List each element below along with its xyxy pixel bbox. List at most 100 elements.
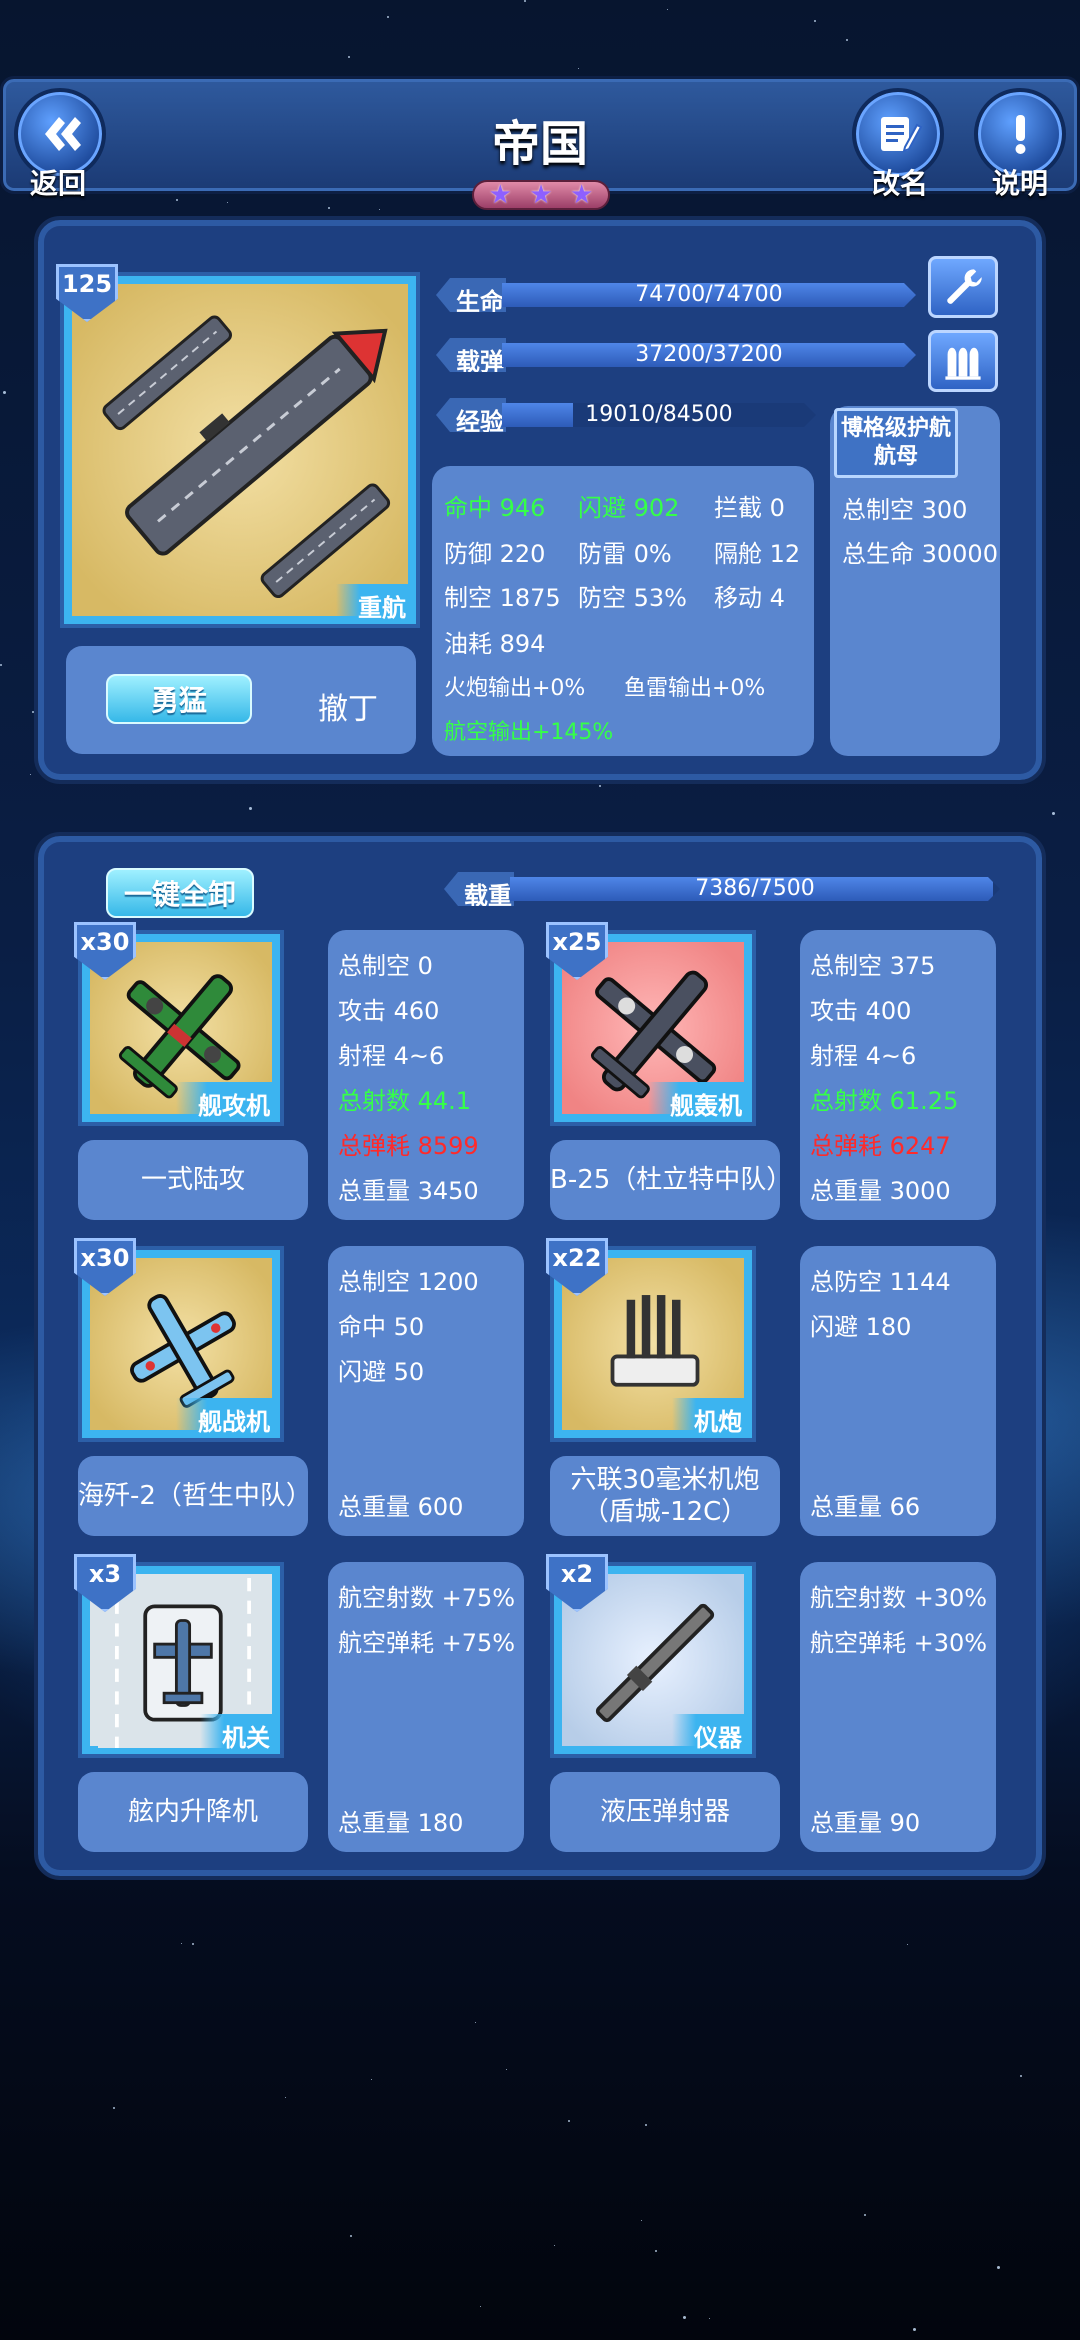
resupply-button[interactable] — [928, 330, 998, 392]
stat-air-output: 航空输出+145% — [444, 720, 614, 745]
equipment-stat: 航空弹耗 +75% — [338, 1629, 516, 1657]
ship-portrait[interactable]: 重航 — [60, 272, 420, 628]
equipment-total-ammo: 总弹耗 8599 — [338, 1132, 479, 1160]
equipment-total-weight: 总重量 3000 — [810, 1177, 951, 1205]
equipment-count-badge: x3 — [74, 1554, 136, 1612]
unload-all-button[interactable]: 一键全卸 — [106, 868, 254, 918]
equipment-name[interactable]: 液压弹射器 — [550, 1772, 780, 1852]
stat-accuracy: 命中 946 — [444, 494, 546, 522]
star-dot — [1020, 2075, 1023, 2078]
equipment-count-badge: x25 — [546, 922, 608, 980]
star-dot — [506, 2068, 508, 2070]
equipment-count: x22 — [552, 1244, 602, 1272]
equipment-type-tag: 舰轰机 — [648, 1082, 752, 1122]
star-dot — [640, 2220, 642, 2222]
star-dot — [3, 391, 7, 395]
star-dot — [577, 67, 579, 69]
hp-bar-value: 74700/74700 — [635, 282, 783, 307]
equipment-count-badge: x2 — [546, 1554, 608, 1612]
equipment-total-weight: 总重量 600 — [338, 1493, 464, 1521]
exp-bar: 经验 19010/84500 — [436, 398, 816, 432]
equipment-total-weight: 总重量 66 — [810, 1493, 921, 1521]
star-dot — [0, 664, 3, 667]
retreat-label[interactable]: 撤丁 — [318, 684, 378, 728]
help-label[interactable]: 说明 — [992, 162, 1048, 202]
wrench-icon — [947, 269, 982, 304]
star-dot — [387, 16, 390, 19]
star-dot — [379, 209, 381, 211]
equipment-type-tag: 机关 — [200, 1714, 280, 1754]
stat-movement: 移动 4 — [714, 584, 785, 612]
star-dot — [226, 201, 228, 203]
star-dot — [479, 2306, 481, 2308]
stat-anti-air: 防空 53% — [578, 584, 687, 612]
exclamation-icon — [1015, 115, 1026, 154]
star-dot — [348, 56, 351, 59]
star-dot — [666, 8, 668, 10]
equipment-name[interactable]: B-25（杜立特中队） — [550, 1140, 792, 1220]
star-dot — [191, 1942, 194, 1945]
equipment-count: x3 — [88, 1560, 122, 1588]
hp-bar: 生命 74700/74700 — [436, 278, 916, 312]
star-dot — [249, 807, 253, 811]
star-dot — [474, 2021, 476, 2023]
equipment-count: x30 — [80, 928, 130, 956]
star-dot — [524, 0, 527, 3]
repair-button[interactable] — [928, 256, 998, 318]
star-dot — [997, 2265, 1001, 2269]
equipment-stat: 航空射数 +30% — [810, 1584, 988, 1612]
equipment-stat: 射程 4~6 — [338, 1042, 445, 1070]
star-dot — [29, 773, 31, 775]
star-dot — [813, 19, 816, 22]
equipment-stat: 闪避 180 — [810, 1313, 912, 1341]
equipment-stat: 攻击 400 — [810, 997, 912, 1025]
star-dot — [644, 2123, 647, 2126]
stat-bulkhead: 隔舱 12 — [714, 540, 801, 568]
star-dot — [112, 2106, 115, 2109]
equipment-stat: 总制空 0 — [338, 952, 433, 980]
equipment-total-shots: 总射数 44.1 — [338, 1087, 472, 1115]
star-dot — [1051, 811, 1055, 815]
star-dot — [181, 1943, 183, 1945]
equipment-name[interactable]: 海歼-2（哲生中队） — [78, 1456, 312, 1536]
star-icon: ★ — [569, 180, 594, 210]
equipment-name[interactable]: 六联30毫米机炮（盾城-12C） — [550, 1456, 780, 1536]
star-dot — [370, 2078, 372, 2080]
star-dot — [863, 2213, 866, 2216]
star-dot — [907, 1943, 909, 1945]
equipment-type-tag: 仪器 — [672, 1714, 752, 1754]
ship-class-tag: 重航 — [336, 584, 416, 624]
equipment-count-badge: x22 — [546, 1238, 608, 1296]
equipment-stat: 总防空 1144 — [810, 1268, 951, 1296]
escort-carrier-button[interactable]: 博格级护航航母 — [834, 408, 958, 478]
equipment-stat: 航空弹耗 +30% — [810, 1629, 988, 1657]
exp-bar-value: 19010/84500 — [585, 402, 733, 427]
star-dot — [175, 198, 178, 201]
stat-evasion: 闪避 902 — [578, 494, 680, 522]
stat-torpedo-defense: 防雷 0% — [578, 540, 672, 568]
equipment-count: x30 — [80, 1244, 130, 1272]
equipment-name[interactable]: 舷内升降机 — [78, 1772, 308, 1852]
star-icon: ★ — [529, 180, 553, 210]
stance-button[interactable]: 勇猛 — [106, 674, 252, 724]
ammo-bar-label: 载弹 — [456, 348, 504, 376]
capacity-bar: 载重 7386/7500 — [444, 872, 1000, 906]
ammo-icon — [945, 347, 981, 380]
equipment-type-tag: 机炮 — [672, 1398, 752, 1438]
star-dot — [912, 2327, 916, 2331]
equipment-stat: 射程 4~6 — [810, 1042, 917, 1070]
equipment-name[interactable]: 一式陆攻 — [78, 1140, 308, 1220]
equipment-stat: 总制空 1200 — [338, 1268, 479, 1296]
ammo-bar-value: 37200/37200 — [635, 342, 783, 367]
equipment-stat: 攻击 460 — [338, 997, 440, 1025]
escort-air-control: 总制空 300 — [842, 496, 968, 524]
equipment-stat: 航空射数 +75% — [338, 1584, 516, 1612]
equipment-count-badge: x30 — [74, 1238, 136, 1296]
stat-torpedo-output: 鱼雷输出+0% — [624, 676, 766, 701]
rename-label[interactable]: 改名 — [872, 162, 928, 202]
capacity-label: 载重 — [464, 882, 512, 910]
star-dot — [328, 206, 331, 209]
equipment-total-weight: 总重量 3450 — [338, 1177, 479, 1205]
level-badge: 125 — [56, 264, 118, 322]
star-dot — [349, 2235, 352, 2238]
